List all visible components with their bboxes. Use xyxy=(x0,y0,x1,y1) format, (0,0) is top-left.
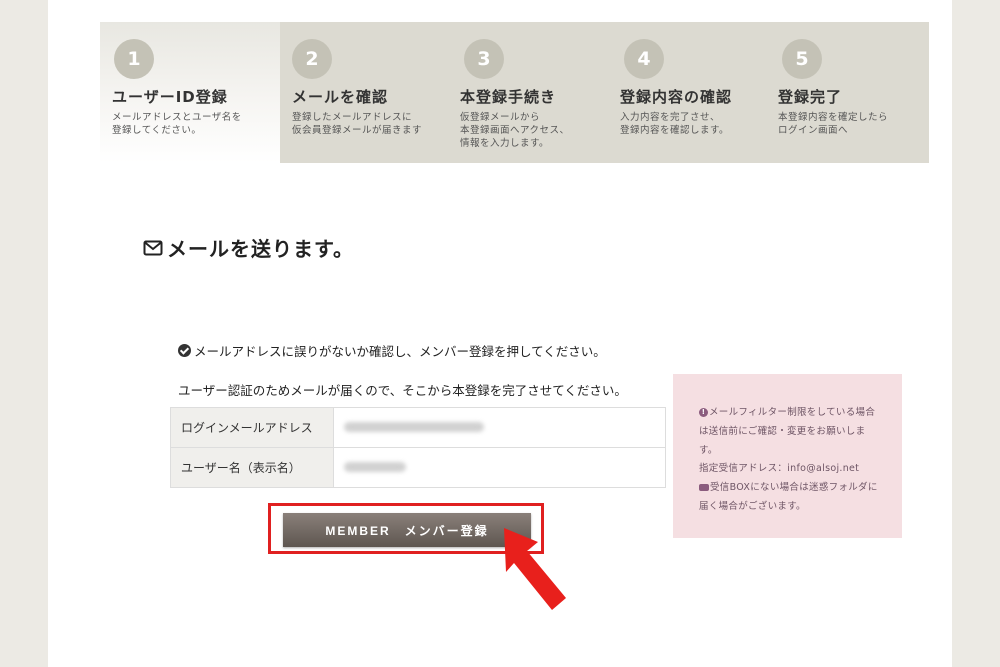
step-title: 登録完了 xyxy=(778,88,843,106)
notice-line-2: は送信前にご確認・変更をお願いしま xyxy=(699,426,866,437)
member-register-button[interactable]: MEMBER メンバー登録 xyxy=(283,513,531,547)
email-value xyxy=(333,407,666,448)
step-title: メールを確認 xyxy=(292,88,389,106)
step-3: 3 本登録手続き 仮登録メールから 本登録画面へアクセス、 情報を入力します。 xyxy=(450,22,610,163)
page-title: メールを送ります。 xyxy=(143,233,354,262)
table-row: ユーザー名（表示名） xyxy=(170,447,666,488)
step-title: 登録内容の確認 xyxy=(620,88,733,106)
notice-line-6: 届く場合がございます。 xyxy=(699,501,806,512)
page-title-text: メールを送ります。 xyxy=(167,237,354,261)
registration-info-table: ログインメールアドレス ユーザー名（表示名） xyxy=(170,407,666,488)
confirm-instruction-text: メールアドレスに誤りがないか確認し、メンバー登録を押してください。 xyxy=(194,344,606,359)
step-number: 2 xyxy=(292,39,332,79)
table-row: ログインメールアドレス xyxy=(170,407,666,448)
step-number: 1 xyxy=(114,39,154,79)
step-5: 5 登録完了 本登録内容を確定したら ログイン画面へ xyxy=(770,22,929,163)
step-description: 入力内容を完了させ、 登録内容を確認します。 xyxy=(620,112,730,136)
step-number: 5 xyxy=(782,39,822,79)
notice-line-5: 受信BOXにない場合は迷惑フォルダに xyxy=(699,479,878,493)
step-number: 4 xyxy=(624,39,664,79)
redacted-email xyxy=(344,421,484,432)
username-value xyxy=(333,447,666,488)
step-title: ユーザーID登録 xyxy=(112,88,228,106)
exclamation-icon: ! xyxy=(699,408,708,417)
redacted-username xyxy=(344,461,406,472)
step-description: 登録したメールアドレスに 仮会員登録メールが届きます xyxy=(292,112,423,136)
step-4: 4 登録内容の確認 入力内容を完了させ、 登録内容を確認します。 xyxy=(610,22,770,163)
notice-line-3: す。 xyxy=(699,445,718,456)
registration-steps: 1 ユーザーID登録 メールアドレスとユーザ名を 登録してください。 2 メール… xyxy=(100,22,929,163)
email-label: ログインメールアドレス xyxy=(170,407,334,448)
inbox-icon xyxy=(699,484,709,491)
step-number: 3 xyxy=(464,39,504,79)
step-2: 2 メールを確認 登録したメールアドレスに 仮会員登録メールが届きます xyxy=(280,22,450,163)
username-label: ユーザー名（表示名） xyxy=(170,447,334,488)
check-circle-icon xyxy=(178,344,191,357)
step-description: 本登録内容を確定したら ログイン画面へ xyxy=(778,112,889,136)
envelope-icon xyxy=(143,240,163,255)
step-description: メールアドレスとユーザ名を 登録してください。 xyxy=(112,112,242,136)
verification-notice: ユーザー認証のためメールが届くので、そこから本登録を完了させてください。 xyxy=(178,383,627,398)
mail-filter-notice: ! メールフィルター制限をしている場合 は送信前にご確認・変更をお願いしま す。 … xyxy=(673,374,902,538)
step-description: 仮登録メールから 本登録画面へアクセス、 情報を入力します。 xyxy=(460,112,570,149)
pointer-arrow-icon xyxy=(504,528,566,610)
confirm-instruction: メールアドレスに誤りがないか確認し、メンバー登録を押してください。 xyxy=(178,341,606,360)
notice-line-1: ! メールフィルター制限をしている場合 xyxy=(699,404,875,418)
notice-line-4: 指定受信アドレス：info@alsoj.net xyxy=(699,463,860,474)
step-title: 本登録手続き xyxy=(460,88,557,106)
step-1: 1 ユーザーID登録 メールアドレスとユーザ名を 登録してください。 xyxy=(100,22,280,163)
